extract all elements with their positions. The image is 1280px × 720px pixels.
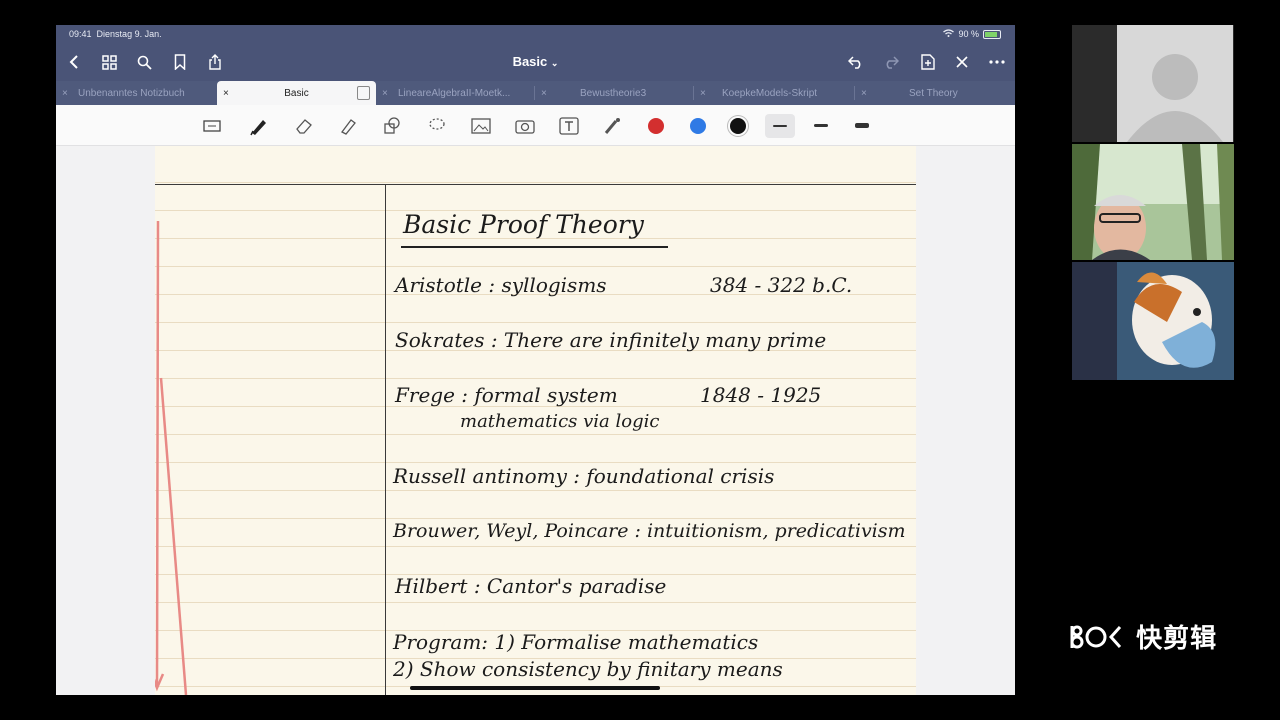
note-line: Program: 1) Formalise mathematics	[393, 630, 759, 654]
search-icon[interactable]	[134, 52, 154, 72]
close-tab-icon[interactable]: ×	[62, 88, 68, 99]
reading-mode-icon[interactable]	[201, 115, 223, 137]
red-color-swatch[interactable]	[648, 118, 664, 134]
tab-unbenanntes-notizbuch[interactable]: × Unbenanntes Notizbuch	[56, 81, 217, 105]
nav-bar: Basic ⌄	[56, 43, 1015, 81]
title-underline	[401, 246, 668, 248]
note-line: Aristotle : syllogisms	[395, 273, 607, 297]
note-line: Brouwer, Weyl, Poincare : intuitionism, …	[393, 520, 906, 542]
participant-tile-video	[1072, 144, 1234, 260]
default-avatar-icon	[1127, 54, 1223, 142]
note-line: mathematics via logic	[460, 411, 660, 432]
grid-view-icon[interactable]	[99, 52, 119, 72]
tab-basic[interactable]: × Basic	[217, 81, 376, 105]
lined-paper[interactable]: Basic Proof Theory Aristotle : syllogism…	[155, 146, 916, 695]
close-tab-icon[interactable]: ×	[700, 88, 706, 99]
close-tab-icon[interactable]: ×	[861, 88, 867, 99]
note-line: Russell antinomy : foundational crisis	[393, 464, 775, 488]
ipad-screen: 09:41 Dienstag 9. Jan. 90 % Basic ⌄ × Un…	[56, 25, 1015, 695]
tab-lineare-algebra[interactable]: × LineareAlgebraII-Moetk...	[376, 81, 535, 105]
highlighter-icon[interactable]	[337, 115, 359, 137]
close-tab-icon[interactable]: ×	[382, 88, 388, 99]
stroke-thick-button[interactable]	[855, 123, 869, 128]
red-arrow-annotations	[155, 220, 188, 695]
tab-koepke-models[interactable]: × KoepkeModels-Skript	[694, 81, 855, 105]
back-chevron-icon[interactable]	[64, 52, 84, 72]
pen-icon[interactable]	[248, 115, 270, 137]
drawing-toolbar	[56, 105, 1015, 146]
document-title[interactable]: Basic ⌄	[513, 54, 559, 69]
blue-color-swatch[interactable]	[690, 118, 706, 134]
black-color-swatch[interactable]	[730, 118, 746, 134]
more-icon[interactable]	[987, 52, 1007, 72]
participant-tile-kitten	[1072, 262, 1234, 380]
image-icon[interactable]	[470, 115, 492, 137]
tab-set-theory[interactable]: × Set Theory	[855, 81, 1015, 105]
battery-icon	[983, 29, 1001, 39]
stroke-thin-button[interactable]	[765, 114, 795, 138]
note-line: Sokrates : There are infinitely many pri…	[395, 328, 827, 352]
lasso-icon[interactable]	[426, 115, 448, 137]
participant-tile-placeholder	[1072, 25, 1234, 142]
scroll-indicator[interactable]	[410, 686, 660, 690]
note-line: Frege : formal system	[395, 383, 618, 407]
eraser-icon[interactable]	[293, 115, 315, 137]
battery-percent: 90 %	[958, 29, 979, 39]
bok-logo-icon	[1070, 625, 1122, 648]
shape-tool-icon[interactable]	[381, 115, 403, 137]
tab-beweistheorie3[interactable]: × Bewustheorie3	[535, 81, 694, 105]
split-view-icon[interactable]	[357, 86, 370, 100]
stroke-medium-button[interactable]	[814, 124, 828, 127]
add-page-icon[interactable]	[918, 52, 938, 72]
undo-icon[interactable]	[846, 52, 866, 72]
note-line: 2) Show consistency by finitary means	[393, 657, 783, 681]
redo-icon[interactable]	[881, 52, 901, 72]
watermark-logo: 快剪辑	[1068, 618, 1217, 655]
note-line: 384 - 322 b.C.	[710, 273, 853, 297]
note-line: Hilbert : Cantor's paradise	[395, 574, 667, 598]
laser-pointer-icon[interactable]	[602, 115, 624, 137]
close-icon[interactable]	[952, 52, 972, 72]
text-tool-icon[interactable]	[558, 115, 580, 137]
speaker-video-image	[1072, 144, 1234, 260]
share-icon[interactable]	[205, 52, 225, 72]
close-tab-icon[interactable]: ×	[541, 88, 547, 99]
notes-title: Basic Proof Theory	[403, 210, 644, 239]
note-line: 1848 - 1925	[700, 383, 822, 407]
chevron-down-icon: ⌄	[550, 58, 559, 68]
status-bar: 09:41 Dienstag 9. Jan. 90 %	[56, 25, 1015, 43]
kitten-avatar-image	[1072, 262, 1234, 380]
notebook-canvas[interactable]: Basic Proof Theory Aristotle : syllogism…	[56, 146, 1015, 695]
wifi-icon	[943, 29, 955, 39]
tab-bar: × Unbenanntes Notizbuch × Basic × Linear…	[56, 81, 1015, 105]
status-time-date: 09:41 Dienstag 9. Jan.	[69, 29, 162, 39]
bookmark-icon[interactable]	[170, 52, 190, 72]
camera-icon[interactable]	[514, 115, 536, 137]
